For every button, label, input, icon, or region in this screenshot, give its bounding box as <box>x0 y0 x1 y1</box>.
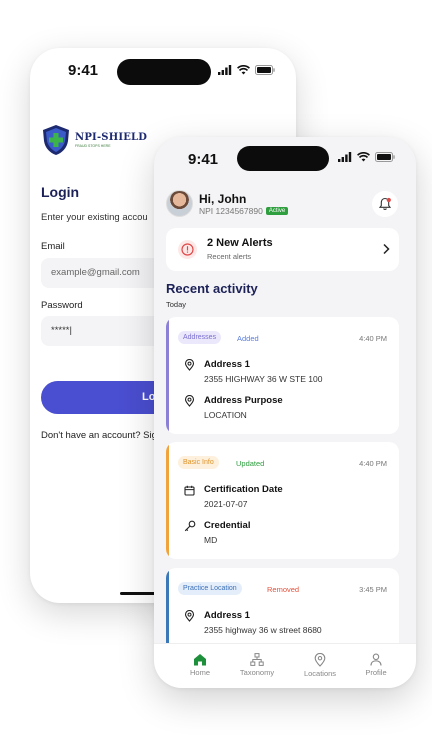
status-time: 9:41 <box>68 62 99 79</box>
nav-taxonomy[interactable]: Taxonomy <box>227 653 287 677</box>
user-greeting: Hi, John NPI 1234567890 Active <box>166 190 289 217</box>
card-accent-bar <box>166 442 169 559</box>
key-icon <box>184 520 196 532</box>
card-accent-bar <box>166 317 169 434</box>
calendar-icon <box>184 485 195 496</box>
activity-time: 3:45 PM <box>359 585 387 594</box>
dynamic-island <box>117 59 211 85</box>
location-pin-icon <box>184 395 195 407</box>
row-title: Address Purpose <box>204 395 283 406</box>
recent-activity-title: Recent activity <box>166 281 258 296</box>
activity-tag: Addresses <box>178 331 222 344</box>
logo-wordmark: NPI-SHIELD <box>75 132 148 143</box>
bell-icon <box>378 197 392 210</box>
profile-icon <box>370 653 382 666</box>
activity-time: 4:40 PM <box>359 459 387 468</box>
dashboard-phone: 9:41 Hi, John NPI 1234567890 Active 2 Ne… <box>154 137 416 688</box>
login-subtitle: Enter your existing accou <box>41 212 148 223</box>
recent-activity-date: Today <box>166 300 187 309</box>
signal-icon <box>218 65 232 75</box>
taxonomy-icon <box>250 653 264 666</box>
row-value: MD <box>204 535 218 545</box>
location-pin-icon <box>314 653 326 667</box>
wifi-icon <box>357 152 370 162</box>
activity-card[interactable]: Basic Info Updated 4:40 PM Certification… <box>166 442 399 559</box>
row-title: Credential <box>204 520 251 531</box>
status-bar: 9:41 <box>30 48 296 94</box>
alerts-title: 2 New Alerts <box>207 237 273 249</box>
shield-logo-icon <box>43 125 69 155</box>
wifi-icon <box>237 65 250 75</box>
login-title: Login <box>41 184 80 200</box>
signal-icon <box>338 152 352 162</box>
row-title: Certification Date <box>204 484 283 495</box>
row-value: 2355 highway 36 w street 8680 <box>204 625 322 635</box>
home-icon <box>194 654 206 666</box>
battery-icon <box>375 152 395 162</box>
location-pin-icon <box>184 359 195 371</box>
nav-profile-label: Profile <box>365 668 387 677</box>
row-value: LOCATION <box>204 410 247 420</box>
nav-locations-label: Locations <box>303 669 337 678</box>
dynamic-island <box>237 146 329 171</box>
chevron-right-icon <box>383 243 390 255</box>
signup-prompt[interactable]: Don't have an account? Sig <box>41 430 157 441</box>
activity-status: Updated <box>236 459 265 468</box>
nav-home-label: Home <box>189 668 210 677</box>
activity-status: Added <box>237 334 259 343</box>
bottom-navigation: Home Taxonomy Locations Profile <box>154 643 416 688</box>
location-pin-icon <box>184 610 195 622</box>
alerts-card[interactable]: 2 New Alerts Recent alerts <box>166 228 399 271</box>
email-label: Email <box>41 241 65 252</box>
nav-taxonomy-label: Taxonomy <box>239 668 275 677</box>
npi-shield-logo: NPI-SHIELD FRAUD STOPS HERE <box>41 124 147 156</box>
row-title: Address 1 <box>204 610 250 621</box>
avatar[interactable] <box>166 190 193 217</box>
activity-time: 4:40 PM <box>359 334 387 343</box>
activity-tag: Basic Info <box>178 456 219 469</box>
row-title: Address 1 <box>204 359 250 370</box>
status-time: 9:41 <box>188 151 219 168</box>
nav-home[interactable]: Home <box>170 653 230 677</box>
logo-tagline: FRAUD STOPS HERE <box>75 144 111 148</box>
nav-profile[interactable]: Profile <box>346 653 406 677</box>
status-bar: 9:41 <box>154 137 416 183</box>
npi-line: NPI 1234567890 Active <box>199 205 289 216</box>
activity-card[interactable]: Addresses Added 4:40 PM Address 1 2355 H… <box>166 317 399 434</box>
alerts-subtitle: Recent alerts <box>207 252 252 261</box>
activity-tag: Practice Location <box>178 582 242 595</box>
password-label: Password <box>41 300 83 311</box>
battery-icon <box>255 65 275 75</box>
activity-status: Removed <box>267 585 300 594</box>
notifications-button[interactable] <box>372 191 398 217</box>
row-value: 2021-07-07 <box>204 499 248 509</box>
status-badge: Active <box>265 206 289 215</box>
status-icons <box>218 65 275 75</box>
alert-icon <box>178 240 197 259</box>
nav-locations[interactable]: Locations <box>290 653 350 678</box>
row-value: 2355 HIGHWAY 36 W STE 100 <box>204 374 323 384</box>
status-icons <box>338 152 395 162</box>
greeting-name: Hi, John <box>199 191 247 206</box>
npi-number: NPI 1234567890 <box>199 205 263 216</box>
